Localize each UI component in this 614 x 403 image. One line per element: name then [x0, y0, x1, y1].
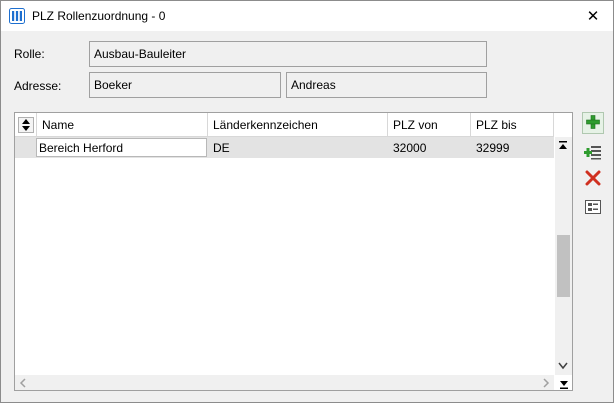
scroll-bottom-icon[interactable]: [559, 379, 569, 392]
rolle-field[interactable]: Ausbau-Bauleiter: [89, 41, 487, 67]
window-title: PLZ Rollenzuordnung - 0: [32, 9, 166, 23]
scroll-down-icon[interactable]: [558, 362, 568, 373]
plus-icon: [586, 114, 600, 132]
col-header-plz-bis[interactable]: PLZ bis: [471, 113, 554, 137]
adresse-lastname-field[interactable]: Boeker: [89, 72, 281, 98]
close-button[interactable]: ✕: [573, 1, 613, 31]
vertical-scrollbar[interactable]: [555, 137, 572, 375]
details-icon: [585, 199, 601, 217]
table-row[interactable]: Bereich Herford DE 32000 32999: [15, 137, 554, 158]
name-cell-editor[interactable]: Bereich Herford: [36, 138, 207, 157]
col-header-laenderkennzeichen[interactable]: Länderkennzeichen: [208, 113, 388, 137]
vertical-scroll-thumb[interactable]: [557, 235, 570, 297]
delete-x-icon: [585, 170, 601, 189]
sort-header-cell: [15, 113, 37, 137]
scroll-top-icon[interactable]: [558, 141, 568, 154]
title-bar: PLZ Rollenzuordnung - 0 ✕: [1, 1, 613, 31]
details-button[interactable]: [582, 197, 604, 219]
rolle-label: Rolle:: [14, 47, 45, 61]
insert-row-button[interactable]: [582, 142, 604, 164]
col-header-name[interactable]: Name: [37, 113, 208, 137]
delete-row-button[interactable]: [582, 168, 604, 190]
plz-bis-cell[interactable]: 32999: [471, 137, 554, 158]
col-header-plz-von[interactable]: PLZ von: [388, 113, 471, 137]
insert-row-icon: [584, 144, 602, 163]
land-cell[interactable]: DE: [208, 137, 388, 158]
close-icon: ✕: [586, 8, 600, 25]
adresse-label: Adresse:: [14, 79, 62, 93]
grid-header: Name Länderkennzeichen PLZ von PLZ bis: [15, 113, 554, 137]
add-row-button[interactable]: [582, 112, 604, 134]
horizontal-scrollbar[interactable]: [15, 375, 554, 390]
dialog-window: PLZ Rollenzuordnung - 0 ✕ Rolle: Ausbau-…: [0, 0, 614, 403]
plz-von-cell[interactable]: 32000: [388, 137, 471, 158]
scroll-left-icon[interactable]: [19, 378, 27, 391]
sort-toggle-icon[interactable]: [18, 117, 34, 133]
scroll-right-icon[interactable]: [542, 378, 550, 391]
adresse-firstname-field[interactable]: Andreas: [286, 72, 487, 98]
app-columns-icon: [9, 8, 25, 24]
plz-grid: Name Länderkennzeichen PLZ von PLZ bis B…: [14, 112, 573, 391]
